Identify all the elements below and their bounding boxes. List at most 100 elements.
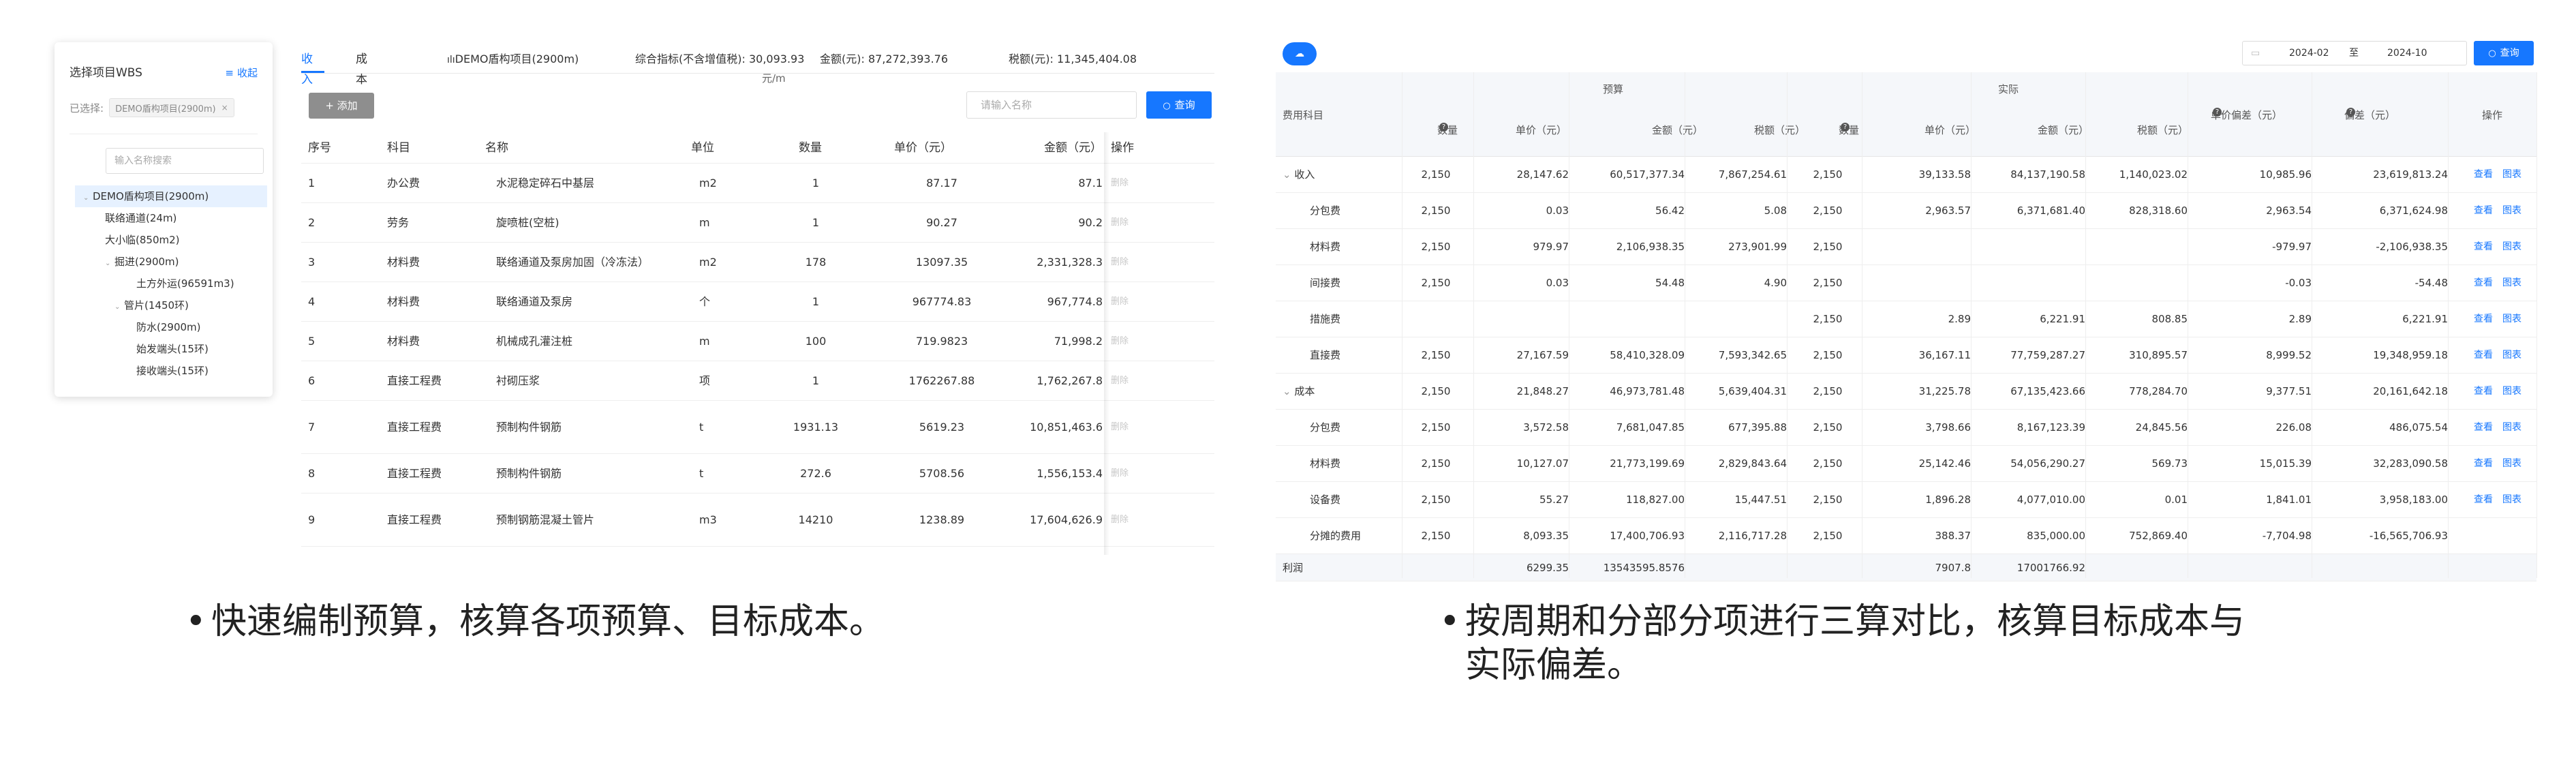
caret-down-icon[interactable]: ⌄ — [105, 253, 114, 275]
delete-button[interactable]: 删除 — [1111, 454, 1129, 494]
subject-label: 分包费 — [1310, 421, 1341, 434]
amount-summary: 金额(元): 87,272,393.76 — [820, 49, 948, 70]
chart-link[interactable]: 图表 — [2502, 446, 2521, 482]
col-qty: 数量 — [799, 141, 822, 155]
compare-query-button[interactable]: ○ 查询 — [2474, 41, 2534, 65]
tree-node[interactable]: 始发端头(15环) — [75, 338, 267, 360]
delete-button[interactable]: 删除 — [1111, 322, 1129, 361]
view-link[interactable]: 查看 — [2474, 410, 2493, 446]
chart-link[interactable]: 图表 — [2502, 337, 2521, 374]
tree-node[interactable]: ⌄ 管片(1450环) — [75, 294, 267, 316]
date-to[interactable]: 2024-10 — [2387, 42, 2427, 65]
cell-a-tax: 569.73 — [2151, 457, 2188, 470]
cell-no: 7 — [308, 421, 316, 434]
cell-subject: 直接工程费 — [387, 421, 442, 434]
chart-link[interactable]: 图表 — [2502, 410, 2521, 446]
compare-row: 设备费 2,150 55.27 118,827.00 15,447.51 2,150 1,8… — [1276, 482, 2536, 518]
chart-link[interactable]: 图表 — [2502, 193, 2521, 229]
chart-link[interactable]: 图表 — [2502, 265, 2521, 301]
budget-query-button[interactable]: ○ 查询 — [1146, 91, 1212, 119]
tag-close-icon[interactable]: × — [221, 103, 228, 112]
table-row: 4 材料费 联络通道及泵房个 1 967774.83 967,774.8 删除 — [301, 282, 1214, 322]
view-link[interactable]: 查看 — [2474, 193, 2493, 229]
subject-label: 措施费 — [1310, 313, 1341, 325]
chart-link[interactable]: 图表 — [2502, 374, 2521, 410]
tab-income[interactable]: 收入 — [301, 49, 313, 90]
cell-dev: 19,348,959.18 — [2373, 349, 2448, 361]
cell-amount: 967,774.8 — [1047, 295, 1103, 308]
cloud-button[interactable]: ☁ — [1283, 42, 1317, 65]
group-row-label[interactable]: ⌄ 成本 — [1283, 374, 1315, 410]
cell-qty: 1 — [812, 295, 820, 308]
tree-node[interactable]: 联络通道(24m) — [75, 207, 267, 229]
delete-button[interactable]: 删除 — [1111, 203, 1129, 243]
caption-right-line1: 按周期和分部分项进行三算对比，核算目标成本与 — [1465, 601, 2245, 642]
cell-a-amount: 4,077,010.00 — [2017, 494, 2085, 506]
subject-label: 直接费 — [1310, 349, 1341, 361]
delete-button[interactable]: 删除 — [1111, 243, 1129, 282]
tree-node[interactable]: 接收端头(15环) — [75, 360, 267, 382]
help-icon: ? — [1439, 123, 1448, 132]
view-link[interactable]: 查看 — [2474, 301, 2493, 337]
wbs-search-input[interactable]: 输入名称搜索 — [106, 148, 264, 174]
caret-down-icon[interactable]: ⌄ — [114, 297, 124, 318]
cell-b-tax: 4.90 — [1764, 277, 1787, 289]
add-button[interactable]: + 添加 — [309, 93, 374, 119]
group-row-label[interactable]: ⌄ 收入 — [1283, 157, 1315, 193]
tree-node[interactable]: ⌄ DEMO盾构项目(2900m) — [75, 185, 267, 207]
caret-down-icon[interactable]: ⌄ — [1283, 168, 1294, 181]
grid-line — [2448, 72, 2449, 578]
date-from[interactable]: 2024-02 — [2289, 42, 2329, 65]
caret-down-icon[interactable]: ⌄ — [1283, 385, 1294, 397]
view-link[interactable]: 查看 — [2474, 482, 2493, 518]
delete-button[interactable]: 删除 — [1111, 282, 1129, 322]
view-link[interactable]: 查看 — [2474, 374, 2493, 410]
cell-dev: 20,161,642.18 — [2373, 385, 2448, 397]
tax-value: 11,345,404.08 — [1056, 52, 1137, 65]
cell-b-tax: 677,395.88 — [1728, 421, 1787, 434]
budget-search-input[interactable]: 请输入名称 — [966, 91, 1137, 119]
cell-subject: 材料费 — [387, 295, 420, 308]
delete-button[interactable]: 删除 — [1111, 361, 1129, 401]
chart-link[interactable]: 图表 — [2502, 229, 2521, 265]
cell-subject: 材料费 — [387, 256, 420, 269]
cell-dev: 486,075.54 — [2389, 421, 2448, 434]
group-budget: 预算 — [1603, 83, 1624, 95]
view-link[interactable]: 查看 — [2474, 229, 2493, 265]
wbs-collapse-button[interactable]: ≡ 收起 — [225, 63, 258, 83]
cell-qty: 272.6 — [800, 467, 831, 480]
delete-button[interactable]: 删除 — [1111, 164, 1129, 203]
cell-b-price: 10,127.07 — [1516, 457, 1569, 470]
cell-b-qty: 2,150 — [1421, 204, 1451, 217]
cell-name: 预制构件钢筋 — [496, 467, 562, 480]
view-link[interactable]: 查看 — [2474, 157, 2493, 193]
tab-cost[interactable]: 成本 — [356, 49, 367, 90]
chart-link[interactable]: 图表 — [2502, 157, 2521, 193]
date-range-picker[interactable]: ▭ 2024-02 至 2024-10 — [2242, 41, 2467, 65]
cell-price-dev: 226.08 — [2275, 421, 2312, 434]
cell-qty: 1 — [812, 216, 820, 229]
cell-dev: 6,371,624.98 — [2379, 204, 2448, 217]
chart-link[interactable]: 图表 — [2502, 301, 2521, 337]
tree-node[interactable]: 大小临(850m2) — [75, 229, 267, 251]
cell-price-dev: 10,985.96 — [2259, 168, 2312, 181]
view-link[interactable]: 查看 — [2474, 337, 2493, 374]
table-row: 6 直接工程费 衬砌压浆项 1 1762267.88 1,762,267.8 删除 — [301, 361, 1214, 401]
cell-no: 8 — [308, 467, 316, 480]
tree-node[interactable]: 防水(2900m) — [75, 316, 267, 338]
tree-node[interactable]: 土方外运(96591m3) — [75, 273, 267, 294]
help-icon: ? — [2213, 108, 2222, 117]
view-link[interactable]: 查看 — [2474, 265, 2493, 301]
cell-b-amount: 7,681,047.85 — [1616, 421, 1685, 434]
delete-button[interactable]: 删除 — [1111, 494, 1129, 547]
caret-down-icon[interactable]: ⌄ — [83, 187, 93, 209]
chart-link[interactable]: 图表 — [2502, 482, 2521, 518]
total-actual-price: 7907.8 — [1935, 562, 1972, 574]
wbs-selected-tag-text: DEMO盾构项目(2900m) — [115, 104, 216, 115]
col-op: 操作 — [1111, 141, 1134, 155]
cell-price-dev: 9,377.51 — [2266, 385, 2312, 397]
tree-node-label: 防水(2900m) — [136, 321, 201, 333]
view-link[interactable]: 查看 — [2474, 446, 2493, 482]
tree-node[interactable]: ⌄ 掘进(2900m) — [75, 251, 267, 273]
delete-button[interactable]: 删除 — [1111, 401, 1129, 454]
